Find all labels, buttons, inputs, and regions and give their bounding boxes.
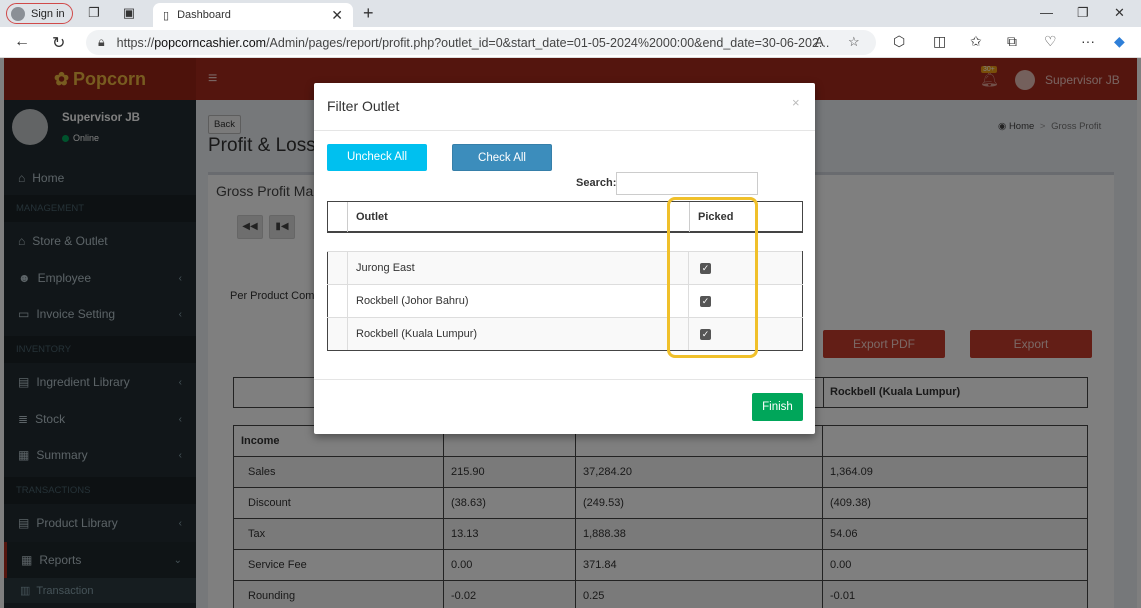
close-tab-icon[interactable]: ✕ <box>331 7 343 24</box>
close-icon[interactable]: × <box>792 95 800 110</box>
divider <box>314 130 815 131</box>
modal-title: Filter Outlet <box>327 98 400 114</box>
minimize-icon[interactable]: — <box>1040 5 1053 20</box>
url-field[interactable]: 🔒︎ https://popcorncashier.com/Admin/page… <box>86 30 876 55</box>
profile-icon <box>11 6 25 21</box>
workspaces-icon[interactable]: ❐ <box>87 6 101 20</box>
back-arrow-icon[interactable]: ← <box>14 33 30 51</box>
copilot-icon[interactable]: ◆ <box>1114 33 1125 50</box>
outlet-name: Jurong East <box>347 251 689 285</box>
tab-actions-icon[interactable]: ▣ <box>122 6 136 20</box>
maximize-icon[interactable]: ❐ <box>1077 5 1089 21</box>
address-bar-row: ← ↻ 🔒︎ https://popcorncashier.com/Admin/… <box>0 27 1141 58</box>
header-spacer <box>328 202 348 232</box>
page-icon: ▯ <box>163 9 170 22</box>
search-label: Search: <box>576 177 617 189</box>
collections-icon[interactable]: ⧉ <box>1007 33 1017 50</box>
check-all-button[interactable]: Check All <box>452 144 552 171</box>
favorites-icon[interactable]: ✩ <box>970 33 982 50</box>
lock-icon: 🔒︎ <box>98 35 105 49</box>
search-input[interactable] <box>616 172 758 195</box>
more-options-icon[interactable]: ··· <box>1081 33 1095 49</box>
picked-column-highlight <box>667 197 758 358</box>
outlet-name: Rockbell (Kuala Lumpur) <box>347 317 689 351</box>
extensions-icon[interactable]: ⬡ <box>893 33 905 50</box>
url-text: https://popcorncashier.com/Admin/pages/r… <box>116 35 830 50</box>
tab-dashboard[interactable]: ▯ Dashboard ✕ <box>153 3 353 27</box>
sign-in-label: Sign in <box>31 7 65 20</box>
refresh-icon[interactable]: ↻ <box>52 33 65 53</box>
favorite-star-icon[interactable]: ☆ <box>848 34 860 50</box>
outlet-name: Rockbell (Johor Bahru) <box>347 284 689 318</box>
finish-button[interactable]: Finish <box>752 393 803 421</box>
read-aloud-icon[interactable]: A <box>815 34 824 49</box>
close-window-icon[interactable]: ✕ <box>1114 5 1125 21</box>
uncheck-all-button[interactable]: Uncheck All <box>327 144 427 171</box>
sign-in-button[interactable]: Sign in <box>6 3 73 24</box>
divider <box>314 379 815 380</box>
browser-tab-bar: Sign in ❐ ▣ ▯ Dashboard ✕ + — ❐ ✕ <box>0 0 1141 27</box>
new-tab-icon[interactable]: + <box>363 3 374 24</box>
column-header-outlet[interactable]: Outlet <box>356 211 388 223</box>
tab-title: Dashboard <box>177 9 231 21</box>
split-screen-icon[interactable]: ◫ <box>933 33 946 50</box>
browser-essentials-icon[interactable]: ♡ <box>1044 33 1057 50</box>
